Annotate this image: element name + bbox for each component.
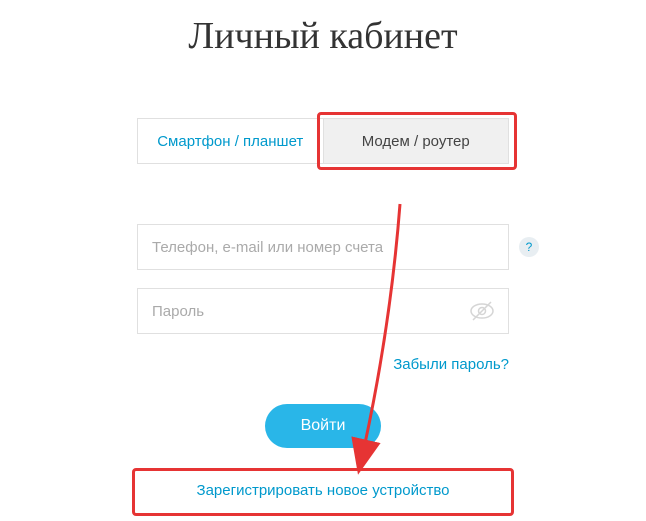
tab-modem[interactable]: Модем / роутер — [323, 119, 509, 163]
login-form: Смартфон / планшет Модем / роутер ? Забы… — [137, 118, 509, 511]
tab-smartphone[interactable]: Смартфон / планшет — [138, 119, 323, 163]
input-group: ? — [137, 224, 509, 334]
password-row — [137, 288, 509, 334]
page-title: Личный кабинет — [0, 14, 646, 58]
device-tabs: Смартфон / планшет Модем / роутер — [137, 118, 509, 164]
login-button[interactable]: Войти — [265, 404, 381, 448]
help-icon[interactable]: ? — [519, 237, 539, 257]
login-row: ? — [137, 224, 509, 270]
forgot-password-link[interactable]: Забыли пароль? — [393, 356, 509, 373]
register-wrap: Зарегистрировать новое устройство — [137, 470, 509, 511]
login-input[interactable] — [137, 224, 509, 270]
register-device-link[interactable]: Зарегистрировать новое устройство — [137, 470, 509, 511]
password-input[interactable] — [137, 288, 509, 334]
forgot-link-row: Забыли пароль? — [137, 356, 509, 374]
eye-off-icon[interactable] — [469, 300, 495, 322]
